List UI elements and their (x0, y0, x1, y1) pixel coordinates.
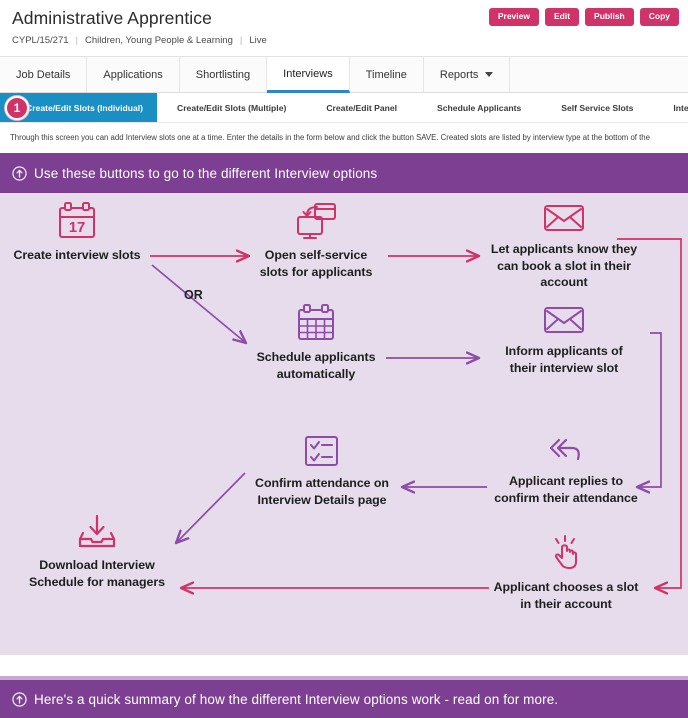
flow-node-inform-applicants: Inform applicants of their interview slo… (484, 303, 644, 376)
flow-node-label: Confirm attendance on Interview Details … (255, 476, 389, 507)
subtab-schedule-applicants[interactable]: Schedule Applicants (417, 93, 541, 122)
subtab-label: Create/Edit Slots (Individual) (26, 102, 143, 113)
subtab-label: Schedule Applicants (437, 102, 522, 113)
flow-node-applicant-chooses-slot: Applicant chooses a slot in their accoun… (480, 533, 652, 612)
top-instruction-banner: Use these buttons to go to the different… (0, 153, 688, 193)
arrow-create-to-schedule (151, 264, 246, 343)
flow-node-label: Download Interview Schedule for managers (29, 558, 165, 589)
flow-node-let-applicants-know: Let applicants know they can book a slot… (478, 201, 650, 291)
tab-label: Timeline (365, 68, 407, 81)
sub-tab-bar: 1 Create/Edit Slots (Individual) Create/… (0, 93, 688, 123)
reply-arrow-icon (549, 438, 580, 461)
subtab-label: Interview Details (673, 102, 688, 113)
flow-node-label: Let applicants know they can book a slot… (490, 242, 638, 290)
checklist-icon (305, 436, 338, 466)
job-department: Children, Young People & Learning (84, 35, 233, 46)
main-tab-bar: Job Details Applications Shortlisting In… (0, 56, 688, 93)
flow-node-confirm-attendance: Confirm attendance on Interview Details … (240, 433, 404, 508)
tab-label: Reports (439, 68, 479, 81)
calendar-grid-icon (298, 304, 334, 340)
self-service-icon (297, 203, 336, 239)
bottom-banner-text: Here's a quick summary of how the differ… (34, 691, 559, 707)
bottom-summary-banner: Here's a quick summary of how the differ… (0, 676, 688, 718)
flow-node-label: Applicant replies to confirm their atten… (494, 474, 638, 505)
status-badge: Live (249, 35, 267, 46)
subtab-self-service-slots[interactable]: Self Service Slots (541, 93, 653, 122)
subtab-create-edit-slots-multiple[interactable]: Create/Edit Slots (Multiple) (157, 93, 306, 122)
subtab-label: Create/Edit Panel (326, 102, 398, 113)
circle-up-arrow-icon (12, 165, 27, 181)
tab-bar-filler (510, 57, 688, 92)
job-reference: CYPL/15/271 (12, 35, 69, 46)
download-tray-icon (78, 514, 116, 548)
preview-button[interactable]: Preview (488, 8, 539, 26)
top-banner-text: Use these buttons to go to the different… (34, 165, 378, 181)
tab-timeline[interactable]: Timeline (349, 57, 424, 92)
flow-node-schedule-automatically: Schedule applicants automatically (242, 303, 390, 382)
flow-node-label: Create interview slots (13, 248, 141, 262)
flow-node-label: Inform applicants of their interview slo… (505, 344, 623, 375)
subtab-label: Create/Edit Slots (Multiple) (177, 102, 287, 113)
tab-label: Shortlisting (195, 68, 251, 81)
interview-flow-diagram: OR 17 Create interview slots Open self-s… (0, 193, 688, 655)
subtab-create-edit-panel[interactable]: Create/Edit Panel (306, 93, 417, 122)
svg-text:17: 17 (69, 219, 86, 236)
page-root: Administrative Apprentice CYPL/15/271 | … (0, 0, 688, 718)
flow-node-label: Applicant chooses a slot in their accoun… (493, 580, 639, 611)
flow-node-open-self-service: Open self-service slots for applicants (242, 201, 390, 280)
envelope-icon (544, 205, 584, 231)
flow-node-create-slots: 17 Create interview slots (4, 201, 150, 264)
flow-node-download-schedule: Download Interview Schedule for managers (8, 513, 186, 590)
tab-label: Job Details (16, 68, 71, 81)
chevron-down-icon (485, 72, 494, 77)
tab-shortlisting[interactable]: Shortlisting (179, 57, 268, 92)
click-hand-icon (554, 535, 577, 569)
or-label: OR (184, 288, 203, 302)
calendar-17-icon: 17 (59, 202, 95, 238)
screen-description: Through this screen you can add Intervie… (0, 123, 688, 153)
breadcrumb: CYPL/15/271 | Children, Young People & L… (12, 35, 676, 46)
edit-button[interactable]: Edit (544, 8, 580, 26)
copy-button[interactable]: Copy (639, 8, 679, 26)
flow-node-label: Open self-service slots for applicants (259, 248, 373, 279)
arrow-confirm-to-download (176, 472, 246, 543)
envelope-icon (544, 307, 584, 333)
breadcrumb-separator: | (239, 35, 243, 46)
tab-interviews[interactable]: Interviews (267, 57, 350, 93)
flow-node-label: Schedule applicants automatically (256, 350, 376, 381)
publish-button[interactable]: Publish (585, 8, 634, 26)
tab-job-details[interactable]: Job Details (0, 57, 88, 92)
subtab-label: Self Service Slots (561, 102, 634, 113)
step-number-badge: 1 (5, 96, 29, 120)
subtab-interview-details[interactable]: Interview Details (653, 93, 688, 122)
tab-reports[interactable]: Reports (423, 57, 511, 92)
tab-label: Applications (103, 68, 163, 81)
breadcrumb-separator: | (75, 35, 78, 46)
tab-applications[interactable]: Applications (87, 57, 180, 92)
tab-label: Interviews (283, 67, 333, 80)
page-header: Administrative Apprentice CYPL/15/271 | … (0, 0, 688, 50)
header-action-buttons: Preview Edit Publish Copy (488, 8, 679, 26)
circle-up-arrow-icon (12, 691, 27, 707)
flow-node-applicant-replies: Applicant replies to confirm their atten… (482, 433, 650, 506)
